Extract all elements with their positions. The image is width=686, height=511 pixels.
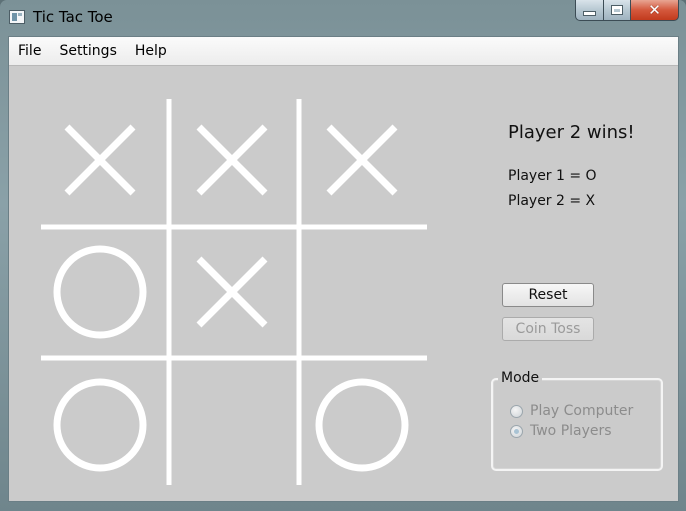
board-cell-0-0[interactable] xyxy=(40,100,160,220)
play-computer-label: Play Computer xyxy=(530,403,634,419)
maximize-icon xyxy=(611,5,623,15)
radio-two-players[interactable] xyxy=(510,424,523,438)
maximize-button[interactable] xyxy=(604,0,631,21)
menu-settings[interactable]: Settings xyxy=(50,43,125,59)
caption-buttons: ✕ xyxy=(575,0,679,22)
coin-toss-button[interactable]: Coin Toss xyxy=(502,317,594,341)
app-window: Tic Tac Toe ✕ File Settings Help Player … xyxy=(0,0,686,511)
reset-button[interactable]: Reset xyxy=(502,283,594,307)
minimize-icon xyxy=(583,11,596,16)
close-icon: ✕ xyxy=(648,0,661,19)
window-title: Tic Tac Toe xyxy=(33,8,113,26)
client-area: File Settings Help Player 2 wins! Player… xyxy=(8,36,679,502)
app-window-icon xyxy=(9,10,25,24)
player1-label: Player 1 = O xyxy=(508,168,597,184)
mode-option-play-computer[interactable]: Play Computer xyxy=(510,403,633,419)
mode-legend: Mode xyxy=(498,370,543,386)
board-cell-1-1[interactable] xyxy=(172,232,292,352)
menu-help[interactable]: Help xyxy=(126,43,176,59)
board-cell-0-2[interactable] xyxy=(302,100,422,220)
menu-file[interactable]: File xyxy=(9,43,50,59)
board-cell-1-2[interactable] xyxy=(302,232,422,352)
two-players-label: Two Players xyxy=(530,423,612,439)
title-bar[interactable]: Tic Tac Toe ✕ xyxy=(0,0,686,34)
game-board xyxy=(40,99,427,485)
close-button[interactable]: ✕ xyxy=(631,0,679,21)
minimize-button[interactable] xyxy=(575,0,604,21)
menu-bar: File Settings Help xyxy=(9,37,678,66)
board-cell-0-1[interactable] xyxy=(172,100,292,220)
board-cell-1-0[interactable] xyxy=(40,232,160,352)
board-cell-2-1[interactable] xyxy=(172,365,292,485)
game-status: Player 2 wins! xyxy=(508,122,635,143)
player2-label: Player 2 = X xyxy=(508,193,596,209)
radio-play-computer[interactable] xyxy=(510,404,523,418)
board-cell-2-0[interactable] xyxy=(40,365,160,485)
board-cell-2-2[interactable] xyxy=(302,365,422,485)
mode-option-two-players[interactable]: Two Players xyxy=(510,423,612,439)
